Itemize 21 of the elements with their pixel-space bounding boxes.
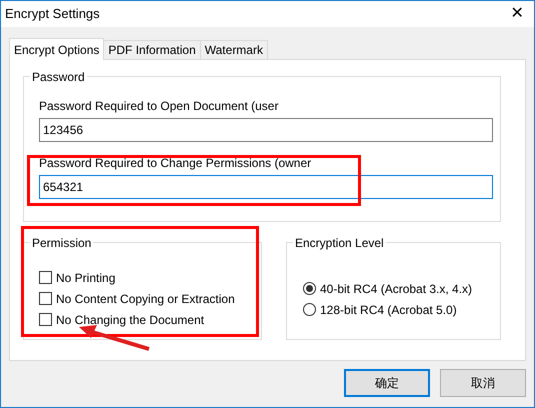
radio-button[interactable]	[303, 303, 316, 316]
password-field[interactable]: 123456	[39, 118, 493, 142]
field-label: Password Required to Change Permissions (owner	[39, 155, 312, 172]
checkbox[interactable]	[39, 313, 52, 326]
checkbox-label[interactable]: No Content Copying or Extraction	[56, 290, 235, 308]
radio-button[interactable]	[303, 282, 316, 295]
checkbox-label[interactable]: No Changing the Document	[56, 310, 204, 328]
radio-label[interactable]: 40-bit RC4 (Acrobat 3.x, 4.x)	[320, 280, 472, 298]
radio-label[interactable]: 128-bit RC4 (Acrobat 5.0)	[320, 300, 457, 318]
checkbox[interactable]	[39, 271, 52, 284]
close-button[interactable]: ✕	[500, 1, 534, 27]
tab[interactable]: Encrypt Options	[9, 38, 104, 60]
checkbox[interactable]	[39, 292, 52, 305]
field-label: Password Required to Open Document (user	[39, 98, 280, 115]
tab[interactable]: Watermark	[200, 40, 268, 59]
dialog-button[interactable]: 确定	[344, 369, 430, 397]
dialog-button[interactable]: 取消	[440, 369, 526, 397]
window-title: Encrypt Settings	[5, 5, 100, 24]
checkbox-label[interactable]: No Printing	[56, 268, 116, 286]
password-field[interactable]: 654321	[39, 175, 493, 199]
arrow-icon	[77, 325, 151, 351]
